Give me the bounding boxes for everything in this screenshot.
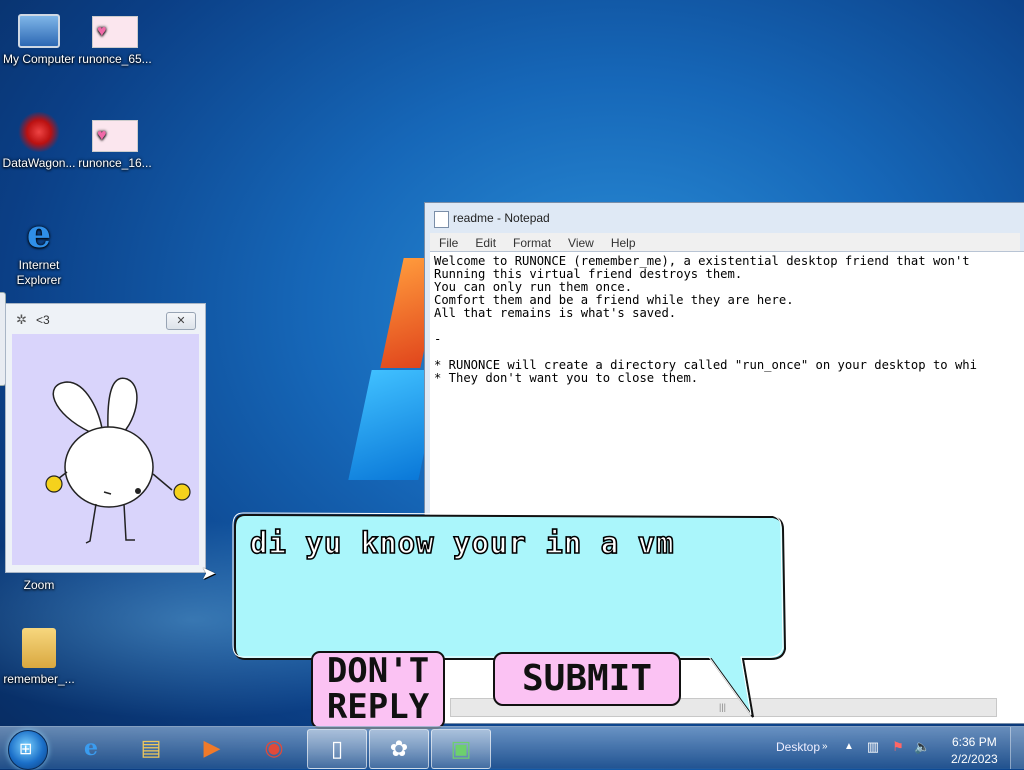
taskbar-notepad[interactable]: ▯ xyxy=(307,729,367,769)
dont-reply-button[interactable]: DON'T REPLY xyxy=(310,650,446,730)
datawagon-shortcut-icon xyxy=(17,112,61,152)
chrome-icon: ◉ xyxy=(264,735,284,760)
taskbar-runonce[interactable]: ✿ xyxy=(369,729,429,769)
internet-explorer-icon: e xyxy=(26,211,52,256)
windows-logo-icon: ⊞ xyxy=(19,741,33,758)
image-thumbnail-icon: ♥ xyxy=(92,120,138,152)
bunny-window-title: <3 xyxy=(36,313,50,327)
dont-reply-label-line1: DON'T xyxy=(326,651,430,691)
menu-edit[interactable]: Edit xyxy=(466,236,504,250)
folder-icon xyxy=(22,628,56,668)
menu-view[interactable]: View xyxy=(559,236,602,250)
taskbar-file-explorer[interactable]: ▤ xyxy=(122,729,180,767)
notepad-icon xyxy=(434,211,449,228)
submit-button[interactable]: SUBMIT xyxy=(492,651,682,707)
show-desktop-button[interactable] xyxy=(1010,727,1024,769)
dont-reply-label-line2: REPLY xyxy=(326,687,430,727)
desktop-icon-datawagon[interactable]: DataWagon... xyxy=(0,112,78,171)
desktop-icon-label: remember_... xyxy=(3,672,75,686)
notepad-titlebar[interactable]: readme - Notepad xyxy=(425,203,1024,233)
clock-time[interactable]: 6:36 PM xyxy=(952,735,997,749)
desktop-icon-label: runonce_16... xyxy=(78,156,152,170)
desktop-icon-label: Zoom xyxy=(23,578,55,592)
bunny-canvas[interactable] xyxy=(12,334,199,565)
internet-explorer-icon: e xyxy=(84,735,98,761)
notepad-icon: ▯ xyxy=(330,736,344,761)
desktop-icon-runonce-65[interactable]: ♥ runonce_65... xyxy=(76,8,154,67)
desktop-icon-zoom[interactable]: Zoom xyxy=(0,578,78,593)
desktop-icon-label: Internet Explorer xyxy=(16,258,62,287)
dialog-message: di yu know your in a vm xyxy=(249,525,675,561)
left-hand xyxy=(45,475,63,493)
show-hidden-icons-icon[interactable]: ▲ xyxy=(844,741,854,752)
taskbar: ⊞ e ▤ ▶ ◉ ▯ ✿ ▣ Desktop » ▲ ▥ ⚑ 🔈 6:36 P… xyxy=(0,726,1024,770)
desktop-icon-my-computer[interactable]: My Computer xyxy=(0,8,78,67)
menu-help[interactable]: Help xyxy=(602,236,644,250)
folder-icon: ▤ xyxy=(140,735,162,760)
image-thumbnail-icon: ♥ xyxy=(92,16,138,48)
taskbar-media-player[interactable]: ▶ xyxy=(183,729,241,767)
desktop-icon-internet-explorer[interactable]: e Internet Explorer xyxy=(0,214,78,288)
bunny-window-titlebar[interactable]: ✲ <3 ✕ xyxy=(6,304,205,334)
submit-label: SUBMIT xyxy=(521,658,653,699)
taskbar-chrome[interactable]: ◉ xyxy=(245,729,303,767)
volume-icon[interactable]: 🔈 xyxy=(914,739,930,755)
bunny-character[interactable] xyxy=(12,334,199,565)
desktop-icon-label: My Computer xyxy=(2,52,76,66)
network-icon[interactable]: ▥ xyxy=(865,739,881,755)
task-manager-icon: ▣ xyxy=(450,736,472,761)
desktop-icon-label: runonce_65... xyxy=(78,52,152,66)
desktop-icon-runonce-16[interactable]: ♥ runonce_16... xyxy=(76,112,154,171)
desktop-toolbar-chevron-icon[interactable]: » xyxy=(822,741,828,752)
start-button[interactable]: ⊞ xyxy=(8,730,48,770)
bunny-window[interactable]: ✲ <3 ✕ xyxy=(5,303,206,573)
close-icon: ✕ xyxy=(176,315,186,327)
right-hand xyxy=(173,483,191,501)
mouse-cursor-icon: ➤ xyxy=(201,563,217,583)
clock-date[interactable]: 2/2/2023 xyxy=(951,752,998,766)
bunny-icon: ✿ xyxy=(389,736,409,761)
notepad-menubar: File Edit Format View Help xyxy=(430,233,1020,253)
scrollbar-thumb-grip-icon[interactable]: ||| xyxy=(719,702,729,712)
menu-file[interactable]: File xyxy=(430,236,466,250)
desktop-icon-label: DataWagon... xyxy=(2,156,76,170)
close-button[interactable]: ✕ xyxy=(166,312,196,330)
desktop-toolbar-label[interactable]: Desktop xyxy=(776,740,820,754)
taskbar-task-manager[interactable]: ▣ xyxy=(431,729,491,769)
notepad-title: readme - Notepad xyxy=(453,211,550,225)
action-center-icon[interactable]: ⚑ xyxy=(890,739,906,755)
menu-format[interactable]: Format xyxy=(504,236,559,250)
media-player-icon: ▶ xyxy=(203,735,221,760)
app-gear-icon: ✲ xyxy=(16,312,27,327)
computer-icon xyxy=(18,14,60,48)
desktop-icon-remember-folder[interactable]: remember_... xyxy=(0,628,78,687)
taskbar-internet-explorer[interactable]: e xyxy=(62,729,120,767)
